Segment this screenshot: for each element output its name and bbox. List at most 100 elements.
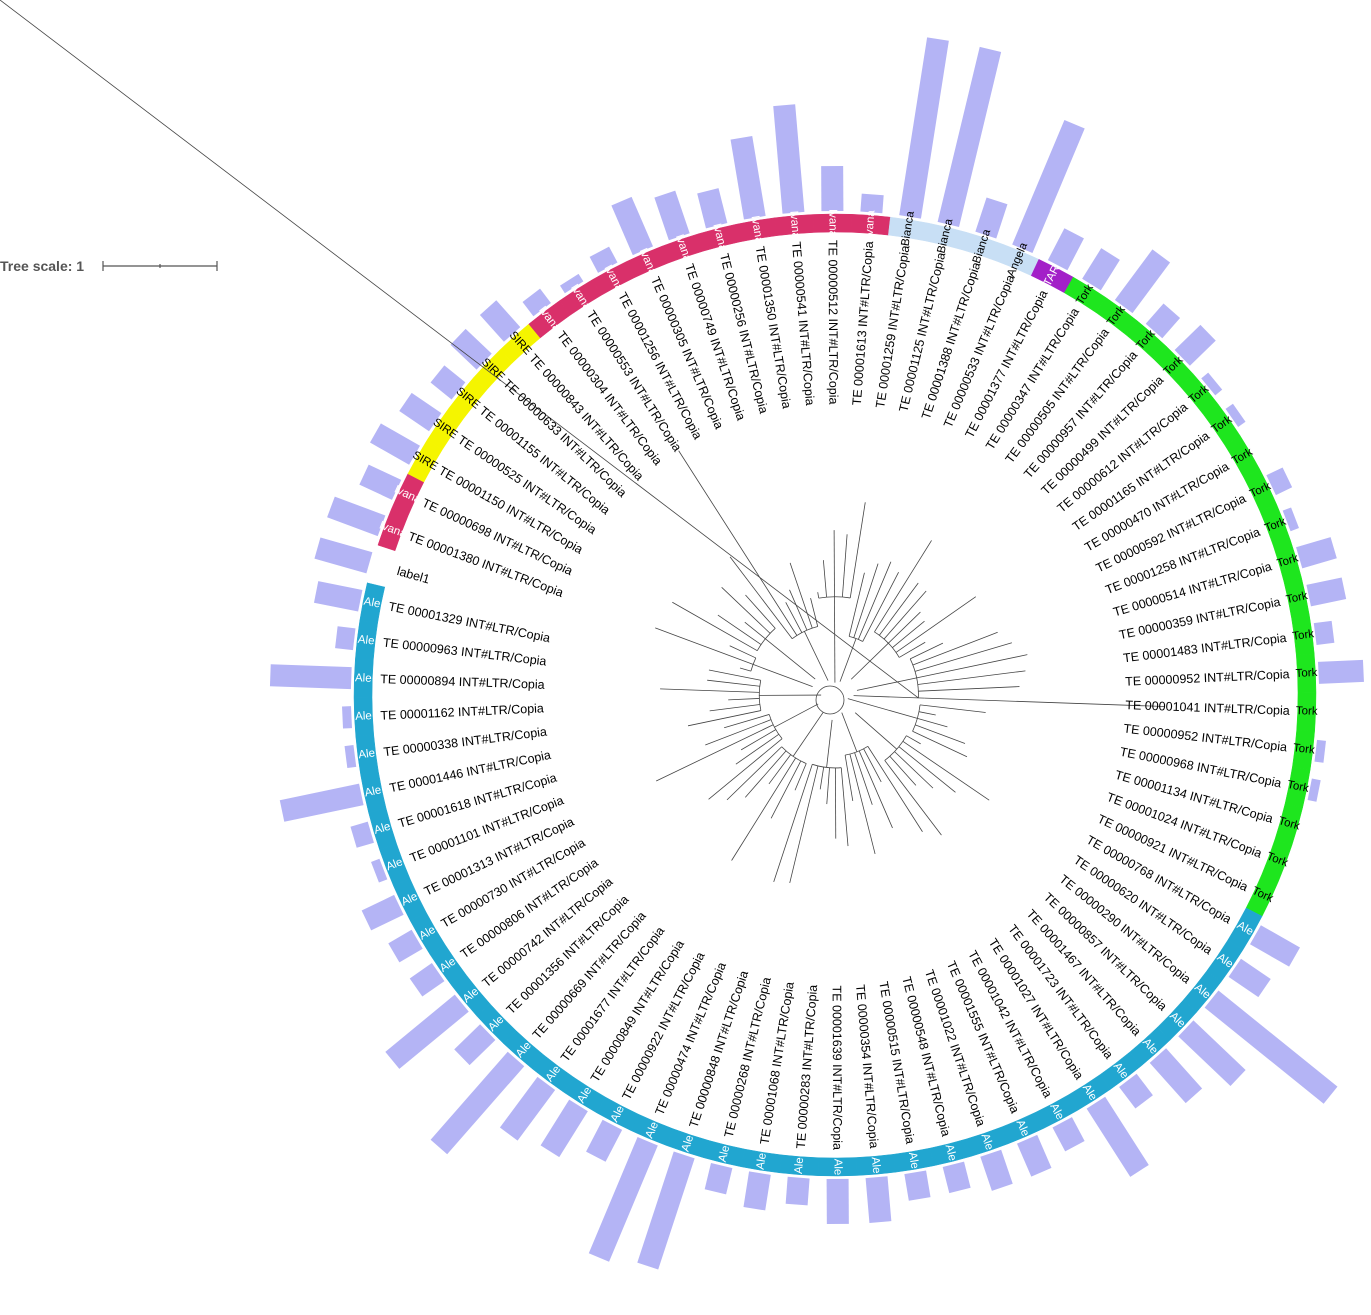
value-bar (730, 135, 766, 220)
clade-ring-label: Tork (1292, 742, 1315, 756)
value-bar (865, 1176, 892, 1223)
tree-scale: Tree scale: 1 (0, 258, 218, 274)
tree-branch (789, 562, 813, 629)
tree-branch (707, 679, 760, 687)
tree-branch (752, 664, 813, 688)
value-bar (1017, 1134, 1052, 1177)
value-bar (586, 1119, 623, 1162)
value-bar (361, 894, 404, 931)
value-bar (1047, 228, 1084, 271)
clade-ring-label: Tork (1296, 705, 1318, 718)
tree-branch (853, 695, 925, 699)
leaf-label: TE 00000963 INT#LTR/Copia (382, 636, 547, 669)
leaf-label: TE 00001639 INT#LTR/Copia (830, 986, 845, 1151)
value-bar (313, 581, 363, 612)
tree-branch (822, 560, 827, 598)
clade-ring-label: Ale (869, 1156, 882, 1174)
tree-branch (874, 540, 932, 633)
tree-branch (918, 686, 1020, 692)
tree-branch (883, 590, 927, 640)
tree-branch (858, 750, 893, 829)
tree-branch (745, 594, 776, 629)
tree-branch (660, 688, 760, 693)
value-bar (430, 1051, 525, 1155)
leaf-label: TE 00000952 INT#LTR/Copia (1125, 667, 1290, 688)
clade-ring-label: Ale (355, 672, 372, 685)
tree-branch (774, 703, 819, 728)
leaf-labels: TE 00001041 INT#LTR/Copia TE 00000952 INT… (380, 240, 1290, 1150)
leaf-label: TE 00000283 INT#LTR/Copia (794, 984, 820, 1149)
value-bar (704, 1162, 733, 1195)
value-bar (1149, 1048, 1203, 1104)
tree-branch (817, 592, 820, 599)
tree-branch (744, 750, 787, 798)
value-bar (1306, 577, 1347, 607)
tree-branch (912, 730, 968, 758)
value-bar (743, 1171, 771, 1211)
value-bar (899, 37, 949, 219)
value-bar (821, 165, 844, 212)
clade-ring-label: Tork (1295, 667, 1318, 680)
leaf-label: TE 00001041 INT#LTR/Copia (1125, 698, 1290, 718)
tree-branch (785, 602, 803, 633)
tree-branch (739, 667, 751, 672)
value-bar (785, 1176, 810, 1206)
tree-branch (899, 641, 926, 658)
tree-root (815, 685, 845, 715)
tree-branch (708, 669, 761, 681)
tree-branch (898, 746, 956, 793)
clade-ring-label: Ale (357, 634, 375, 648)
tree-branch (721, 587, 771, 634)
tree-branch (794, 763, 807, 791)
value-bar (1317, 659, 1364, 684)
tree-branch (919, 704, 986, 713)
clade-ring-label: Ale (355, 710, 372, 723)
value-bar (1228, 958, 1271, 998)
clade-ring-label: Ivana (787, 210, 801, 240)
tree-branch (906, 735, 921, 745)
tree-branch (918, 711, 936, 716)
tree-scale-label: Tree scale: 1 (0, 258, 84, 274)
leaf-label: TE 00001162 INT#LTR/Copia (380, 701, 544, 722)
tree-branch (917, 670, 1026, 685)
tree-branch (773, 764, 813, 883)
tree-branch (889, 755, 917, 786)
tree-branch (789, 765, 819, 884)
tree-branch (792, 711, 824, 757)
value-bar (1314, 739, 1326, 763)
phylogenetic-tree-figure: Tree scale: 1 TorkTorkTorkTorkTorkTorkAl… (0, 0, 1364, 1270)
tree-branch (729, 556, 793, 639)
tree-branch (862, 572, 899, 642)
value-bar (1204, 990, 1338, 1104)
value-bar (342, 706, 353, 729)
tree-branch (841, 534, 848, 598)
tree-branch (912, 631, 998, 666)
value-bar (540, 1099, 588, 1158)
value-bar (1313, 620, 1335, 645)
tree-branch (840, 767, 849, 847)
value-bar (1114, 249, 1171, 314)
clade-ring-label: Ale (755, 1152, 769, 1170)
tree-branch (765, 638, 816, 680)
tree-branch (810, 598, 819, 627)
tree-branch (768, 754, 792, 785)
tree-branch (910, 642, 944, 660)
tree-branch (915, 724, 966, 744)
value-bar (1250, 925, 1300, 967)
leaf-label: TE 00000512 INT#LTR/Copia (826, 240, 841, 405)
value-bar (1296, 537, 1337, 569)
value-bar (980, 1149, 1013, 1191)
value-bar (1012, 119, 1085, 253)
tree-branch (726, 746, 782, 801)
clade-ring-label: Ale (793, 1157, 806, 1174)
clade-ring-label: Ivana (749, 215, 766, 245)
value-bar (904, 1170, 931, 1201)
clade-ring-label: Ivana (826, 209, 838, 238)
tree-branch (687, 710, 761, 727)
tree-branch (744, 621, 766, 640)
tree-branch (902, 740, 990, 801)
tree-branch (848, 572, 865, 637)
tree-branch (826, 767, 830, 805)
value-bar (350, 821, 374, 848)
value-bar (269, 664, 352, 690)
